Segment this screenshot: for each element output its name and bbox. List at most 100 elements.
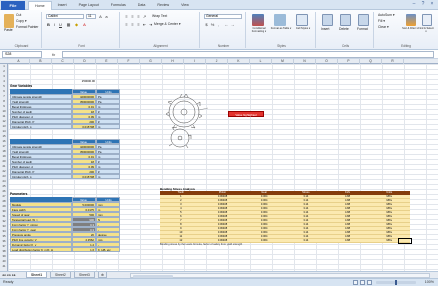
result-cell[interactable]: 0.064 [243, 227, 285, 230]
copy-button[interactable]: Copy ▾ [16, 19, 27, 24]
format-as-table-button[interactable]: Format as Table ▾ [270, 27, 292, 30]
result-cell[interactable]: 10 [160, 231, 202, 234]
font-size-select[interactable]: 11 [86, 14, 96, 19]
result-cell[interactable]: 0.06408 [202, 207, 244, 210]
zoom-level[interactable]: 100% [425, 279, 434, 286]
row-label[interactable]: Load distribution factor K_m/K_H [10, 247, 72, 252]
result-cell[interactable]: 0.064 [243, 207, 285, 210]
merge-center-button[interactable]: Merge & Center ▾ [154, 22, 181, 27]
result-cell[interactable]: 4.88 [327, 207, 369, 210]
result-cell[interactable]: 4.88 [327, 227, 369, 230]
align-right-icon[interactable]: ≡ [136, 22, 141, 27]
result-cell[interactable]: 12 [160, 239, 202, 242]
grow-font-icon[interactable]: A [98, 14, 103, 19]
result-cell[interactable]: 0.06408 [202, 227, 244, 230]
result-cell[interactable]: MPa [368, 223, 410, 226]
percent-icon[interactable]: % [210, 22, 215, 27]
result-cell[interactable]: MPa [368, 231, 410, 234]
decrease-decimal-icon[interactable]: → [230, 22, 235, 27]
comma-icon[interactable]: , [216, 22, 221, 27]
result-cell[interactable]: 6 [160, 215, 202, 218]
tab-insert[interactable]: Insert [52, 1, 73, 10]
underline-icon[interactable]: U [58, 22, 63, 27]
result-cell[interactable]: 0.06408 [202, 235, 244, 238]
minimize-icon[interactable]: – [411, 1, 417, 7]
cell-styles-button[interactable]: Cell Styles ▾ [292, 27, 314, 30]
result-cell[interactable]: MPa [368, 215, 410, 218]
gear1-top-value[interactable]: 250000.00 [72, 79, 96, 84]
row-header-41[interactable]: 41 [0, 264, 8, 269]
sort-filter-button[interactable]: Sort & Filter ▾ [402, 27, 418, 30]
result-cell[interactable]: 0.064 [243, 235, 285, 238]
result-cell[interactable]: 0.06408 [202, 223, 244, 226]
result-cell[interactable]: 3.14 [285, 203, 327, 206]
result-cell[interactable]: 3.14 [285, 223, 327, 226]
find-select-icon[interactable] [422, 14, 432, 26]
row-label[interactable]: Circular pitch, p [10, 174, 72, 179]
result-cell[interactable]: 9 [160, 227, 202, 230]
gear-drawing[interactable] [160, 92, 208, 150]
result-cell[interactable]: MPa [368, 195, 410, 198]
format-cells-icon[interactable] [358, 14, 369, 26]
row-units[interactable]: K_HB, etc [96, 247, 120, 252]
close-icon[interactable]: × [429, 1, 435, 7]
result-cell[interactable]: 0.06408 [202, 231, 244, 234]
result-cell[interactable]: 7 [160, 219, 202, 222]
fill-button[interactable]: Fill ▾ [378, 19, 385, 24]
result-cell[interactable]: MPa [368, 219, 410, 222]
result-cell[interactable]: 3.14 [285, 215, 327, 218]
tab-file[interactable]: File [1, 1, 25, 10]
result-cell[interactable]: MPa [368, 199, 410, 202]
tab-formulas[interactable]: Formulas [105, 1, 132, 10]
result-cell[interactable]: 4.88 [327, 199, 369, 202]
find-select-button[interactable]: Find & Select ▾ [418, 27, 434, 33]
result-cell[interactable]: 0.06408 [202, 219, 244, 222]
result-cell[interactable]: 3.14 [285, 239, 327, 242]
align-bottom-icon[interactable]: ≡ [136, 14, 141, 19]
result-cell[interactable]: 3.14 [285, 207, 327, 210]
result-cell[interactable]: 4.88 [327, 239, 369, 242]
align-left-icon[interactable]: ≡ [124, 22, 129, 27]
formula-input[interactable] [62, 51, 434, 58]
result-cell[interactable]: 3.14 [285, 231, 327, 234]
result-cell[interactable]: MPa [368, 203, 410, 206]
result-cell[interactable]: 4.88 [327, 215, 369, 218]
font-color-icon[interactable]: A [82, 22, 87, 27]
autosum-button[interactable]: AutoSum ▾ [378, 13, 395, 18]
decrease-indent-icon[interactable]: ⇤ [142, 22, 147, 27]
font-name-select[interactable]: Calibri [46, 14, 84, 19]
result-cell[interactable]: 0.064 [243, 203, 285, 206]
result-cell[interactable]: 4.88 [327, 235, 369, 238]
row-label[interactable]: Circular pitch, p [10, 124, 72, 129]
result-cell[interactable]: 0.06408 [202, 211, 244, 214]
tab-view[interactable]: View [175, 1, 195, 10]
result-cell[interactable]: 0.06408 [202, 199, 244, 202]
result-cell[interactable]: 0.064 [243, 199, 285, 202]
result-cell[interactable]: 8 [160, 223, 202, 226]
tab-data[interactable]: Data [132, 1, 152, 10]
result-cell[interactable]: 4.88 [327, 211, 369, 214]
fx-icon[interactable]: fx [52, 51, 55, 58]
result-cell[interactable]: 4.88 [327, 223, 369, 226]
result-cell[interactable]: 0.064 [243, 219, 285, 222]
result-cell[interactable]: MPa [368, 207, 410, 210]
red-note-cell[interactable]: Value highlighted [228, 111, 264, 117]
fill-color-icon[interactable]: ◆ [74, 22, 79, 27]
paste-icon[interactable] [4, 14, 14, 28]
row-value[interactable]: 1.6 [72, 247, 96, 252]
result-cell[interactable]: 4 [160, 207, 202, 210]
result-cell[interactable]: 4.88 [327, 203, 369, 206]
result-cell[interactable]: 4.88 [327, 219, 369, 222]
page-break-view-icon[interactable] [367, 280, 372, 285]
result-cell[interactable]: 3.14 [285, 219, 327, 222]
italic-icon[interactable]: I [52, 22, 57, 27]
result-cell[interactable]: 3.14 [285, 211, 327, 214]
clear-button[interactable]: Clear ▾ [378, 25, 389, 30]
normal-view-icon[interactable] [353, 280, 358, 285]
paste-button[interactable]: Paste [4, 28, 13, 33]
shrink-font-icon[interactable]: a [104, 14, 109, 19]
page-layout-view-icon[interactable] [360, 280, 365, 285]
zoom-slider[interactable] [376, 280, 416, 285]
result-cell[interactable]: 3.14 [285, 235, 327, 238]
selected-cell[interactable] [398, 238, 412, 244]
